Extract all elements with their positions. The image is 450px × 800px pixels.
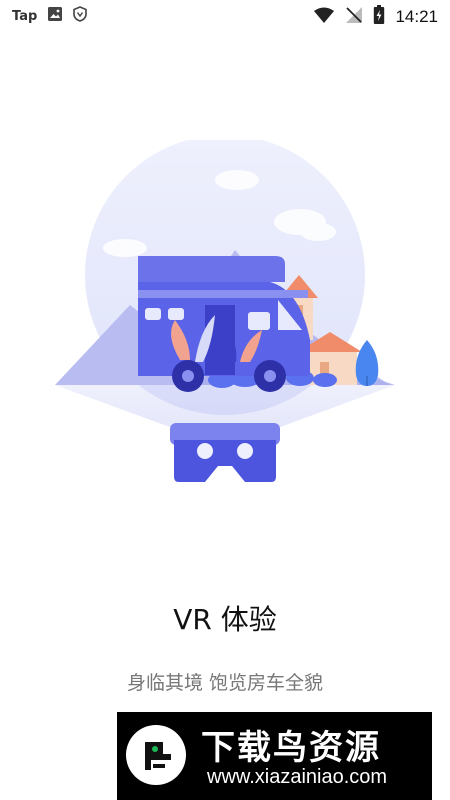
page-title: VR 体验 xyxy=(173,603,277,636)
status-bar: Tap 14:21 xyxy=(0,0,450,32)
image-icon xyxy=(47,6,63,26)
bird-logo-icon xyxy=(125,724,187,786)
status-left: Tap xyxy=(12,6,88,26)
shield-icon xyxy=(73,6,88,26)
watermark-url: www.xiazainiao.com xyxy=(207,766,388,788)
watermark-banner: 下载鸟资源 www.xiazainiao.com xyxy=(117,712,432,800)
status-time: 14:21 xyxy=(395,7,438,26)
battery-icon xyxy=(373,5,385,29)
vr-headset-icon xyxy=(170,423,280,482)
page-subtitle: 身临其境 饱览房车全貌 xyxy=(126,672,324,694)
app-label: Tap xyxy=(12,8,38,24)
vr-illustration xyxy=(0,135,450,510)
status-right: 14:21 xyxy=(313,5,438,29)
watermark-brand: 下载鸟资源 xyxy=(201,728,381,768)
wifi-icon xyxy=(313,6,335,28)
tree xyxy=(355,340,379,386)
no-signal-icon xyxy=(345,6,363,28)
rv-camper xyxy=(138,256,310,392)
